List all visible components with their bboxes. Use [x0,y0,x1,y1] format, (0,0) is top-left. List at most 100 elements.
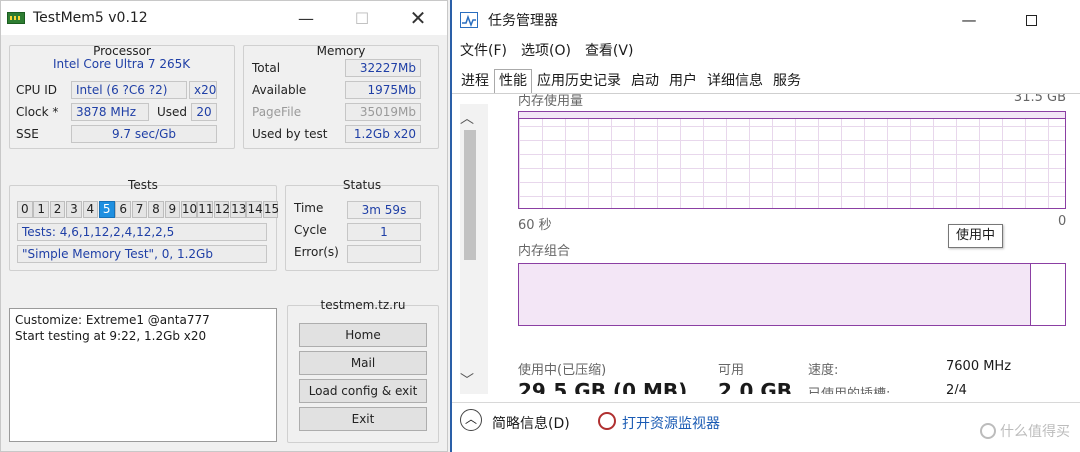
available-label: Available [252,83,307,97]
sse-label: SSE [16,127,39,141]
scroll-up-icon[interactable]: ︿ [460,108,474,128]
test-cell: 13 [230,201,247,218]
status-heading: Status [342,178,382,192]
exit-button[interactable]: Exit [299,407,427,431]
test-cell: 3 [66,201,82,218]
menu-file[interactable]: 文件(F) [460,40,507,60]
cpuid-label: CPU ID [16,83,57,97]
test-cell: 12 [213,201,230,218]
graph-header: 内存使用量 31.5 GB [518,94,1066,106]
test-cells: 0 1 2 3 4 5 6 7 8 9 10 11 12 13 14 15 [17,201,279,218]
axis-right-label: 0 [1058,214,1067,229]
log-line: Start testing at 9:22, 1.2Gb x20 [15,329,207,343]
memory-composition-bar [518,263,1066,326]
load-config-exit-button[interactable]: Load config & exit [299,379,427,403]
cpu-name: Intel Core Ultra 7 265K [53,57,191,71]
sse-field: 9.7 sec/Gb [71,125,217,143]
available-label: 可用 [718,363,745,378]
tab-processes[interactable]: 进程 [456,69,494,93]
speed-label: 速度: [808,363,839,378]
pagefile-label: PageFile [252,105,302,119]
pagefile-field: 35019Mb [345,103,421,121]
test-cell: 0 [17,201,33,218]
tooltip: 使用中 [948,224,1004,248]
test-cell: 5 [98,201,115,218]
current-test-field: "Simple Memory Test", 0, 1.2Gb [17,245,267,263]
taskmgr-titlebar: 任务管理器 — [452,0,1080,40]
cycle-label: Cycle [294,223,327,237]
threads-field: x20 [189,81,217,99]
testmem-titlebar: TestMem5 v0.12 — ☐ ✕ [1,1,447,35]
slots-label: 已使用的插槽: [808,384,890,394]
test-cell: 10 [180,201,198,218]
taskmgr-minimize-button[interactable]: — [946,0,992,40]
watermark-logo-icon [980,423,996,439]
test-cell: 4 [82,201,99,218]
inuse-value: 29.5 GB (0 MB) [518,380,688,394]
memory-heading: Memory [316,44,366,58]
watermark: 什么值得买 [980,421,1070,441]
clock-field: 3878 MHz [71,103,149,121]
test-cell: 7 [131,201,148,218]
axis-left-label: 60 秒 [518,218,552,233]
window-title: TestMem5 v0.12 [33,10,148,26]
speed-value: 7600 MHz [946,359,1012,374]
mail-button[interactable]: Mail [299,351,427,375]
clock-label: Clock * [16,105,59,119]
slots-value: 2/4 [946,384,967,394]
chevron-up-icon[interactable]: ︿ [460,409,482,431]
menu-view[interactable]: 查看(V) [585,40,634,60]
tab-users[interactable]: 用户 [664,69,702,93]
processor-heading: Processor [93,44,151,58]
tab-services[interactable]: 服务 [768,69,806,93]
brief-info-link[interactable]: 简略信息(D) [492,413,570,433]
usedbytest-label: Used by test [252,127,328,141]
total-field: 32227Mb [345,59,421,77]
tab-performance[interactable]: 性能 [494,69,532,93]
test-cell: 15 [262,201,280,218]
used-label: Used [157,105,188,119]
composition-label: 内存组合 [518,244,571,259]
close-button[interactable]: ✕ [395,1,441,35]
inuse-label: 使用中(已压缩) [518,363,607,378]
log-textbox[interactable]: Customize: Extreme1 @anta777 Start testin… [9,308,277,442]
taskmgr-window: 任务管理器 — 文件(F) 选项(O) 查看(V) 进程 性能 应用历史记录 启… [450,0,1080,452]
usedbytest-field: 1.2Gb x20 [345,125,421,143]
time-label: Time [294,201,324,215]
tab-startup[interactable]: 启动 [626,69,664,93]
cycle-field: 1 [347,223,421,241]
slots-row: 已使用的插槽: 2/4 [808,384,1048,394]
log-line: Customize: Extreme1 @anta777 [15,313,210,327]
tests-heading: Tests [128,178,158,192]
time-field: 3m 59s [347,201,421,219]
home-button[interactable]: Home [299,323,427,347]
test-cell: 11 [197,201,214,218]
errors-field [347,245,421,263]
taskmgr-maximize-button[interactable] [1008,0,1054,40]
tests-sequence-field: Tests: 4,6,1,12,2,4,12,2,5 [17,223,267,241]
testmem-window: TestMem5 v0.12 — ☐ ✕ Processor Intel Cor… [0,0,448,452]
watermark-text: 什么值得买 [1000,424,1070,440]
scrollbar[interactable] [460,104,488,394]
tab-details[interactable]: 详细信息 [702,69,768,93]
test-cell: 2 [49,201,66,218]
open-resource-monitor-link[interactable]: 打开资源监视器 [622,413,720,433]
test-cell: 1 [33,201,49,218]
available-field: 1975Mb [345,81,421,99]
minimize-button[interactable]: — [283,1,329,35]
menu-options[interactable]: 选项(O) [521,40,571,60]
cpuid-field: Intel (6 ?C6 ?2) [71,81,187,99]
total-label: Total [252,61,281,75]
tab-app-history[interactable]: 应用历史记录 [532,69,626,93]
available-value: 2.0 GB [718,380,793,394]
scroll-down-icon[interactable]: ﹀ [460,370,474,390]
taskmgr-title: 任务管理器 [488,13,558,29]
memory-usage-label: 内存使用量 [518,94,584,106]
scrollbar-thumb[interactable] [464,130,476,260]
memory-chip-icon [7,12,25,24]
maximize-button[interactable]: ☐ [339,1,385,35]
resource-monitor-icon [598,412,616,430]
test-cell: 9 [164,201,181,218]
task-manager-icon [460,12,478,28]
test-cell: 14 [246,201,263,218]
